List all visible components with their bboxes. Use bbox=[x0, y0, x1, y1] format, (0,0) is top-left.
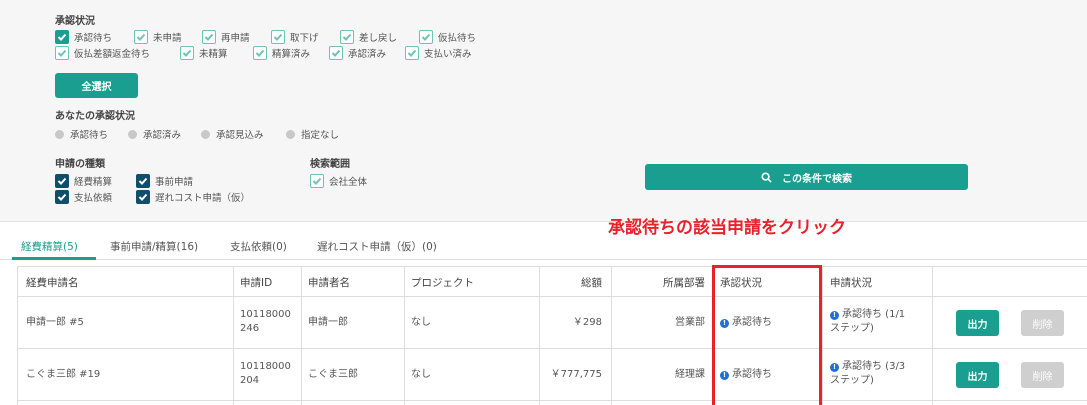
header-project: プロジェクト bbox=[411, 277, 474, 289]
checkbox-check-icon bbox=[55, 30, 69, 44]
active-tab-indicator bbox=[12, 257, 96, 260]
checkbox-check-icon bbox=[310, 174, 324, 188]
info-icon: ! bbox=[830, 311, 839, 320]
radio-approved[interactable]: 承認済み bbox=[128, 127, 181, 141]
radio-awaiting-approval[interactable]: 承認待ち bbox=[55, 127, 108, 141]
checkbox-awaiting-advance[interactable]: 仮払待ち bbox=[419, 30, 476, 44]
cell-applicant: 申請一郎 bbox=[308, 317, 348, 328]
header-applicant: 申請者名 bbox=[308, 277, 350, 289]
output-button[interactable]: 出力 bbox=[956, 310, 999, 336]
checkbox-check-icon bbox=[419, 30, 433, 44]
cell-project: なし bbox=[411, 369, 431, 380]
filter-panel: 承認状況 承認待ち 未申請 再申請 取下げ 差し戻し 仮払待ち 仮払差額返金待ち… bbox=[0, 0, 1087, 222]
table-divider bbox=[17, 400, 1087, 401]
output-button[interactable]: 出力 bbox=[956, 362, 999, 388]
highlight-box bbox=[712, 265, 822, 405]
header-application-status: 申請状況 bbox=[830, 277, 872, 289]
checkbox-withdrawn[interactable]: 取下げ bbox=[271, 30, 319, 44]
checkbox-check-icon bbox=[202, 30, 216, 44]
header-application-id: 申請ID bbox=[240, 277, 273, 289]
delete-button[interactable]: 削除 bbox=[1021, 310, 1064, 336]
checkbox-check-icon bbox=[55, 174, 69, 188]
radio-dot-icon bbox=[128, 129, 137, 139]
checkbox-not-applied[interactable]: 未申請 bbox=[134, 30, 182, 44]
header-expense-name: 経費申請名 bbox=[26, 277, 79, 289]
checkbox-check-icon bbox=[271, 30, 285, 44]
table-divider bbox=[17, 296, 1087, 297]
cell-application-id: 10118000 246 bbox=[240, 309, 291, 334]
checkbox-check-icon bbox=[405, 46, 419, 60]
checkbox-check-icon bbox=[55, 190, 69, 204]
checkbox-pre-application[interactable]: 事前申請 bbox=[136, 174, 193, 188]
checkbox-awaiting-refund[interactable]: 仮払差額返金待ち bbox=[55, 46, 150, 60]
checkbox-payment-request[interactable]: 支払依頼 bbox=[55, 190, 112, 204]
checkbox-whole-company[interactable]: 会社全体 bbox=[310, 174, 367, 188]
cell-total: ￥298 bbox=[572, 317, 602, 328]
checkbox-reapplied[interactable]: 再申請 bbox=[202, 30, 250, 44]
checkbox-check-icon bbox=[136, 190, 150, 204]
table-divider bbox=[17, 348, 1087, 349]
search-button[interactable]: この条件で検索 bbox=[645, 164, 968, 190]
delete-button[interactable]: 削除 bbox=[1021, 362, 1064, 388]
cell-total: ￥777,775 bbox=[550, 369, 602, 380]
column-divider bbox=[404, 266, 405, 405]
radio-dot-icon bbox=[55, 129, 64, 139]
column-divider bbox=[233, 266, 234, 405]
radio-dot-icon bbox=[201, 129, 210, 139]
cell-department: 営業部 bbox=[675, 317, 705, 328]
your-approval-status-label: あなたの承認状況 bbox=[55, 111, 135, 122]
checkbox-check-icon bbox=[134, 30, 148, 44]
checkbox-late-cost[interactable]: 遅れコスト申請（仮） bbox=[136, 190, 250, 204]
search-scope-label: 検索範囲 bbox=[310, 159, 350, 170]
header-total: 総額 bbox=[581, 277, 602, 289]
checkbox-check-icon bbox=[180, 46, 194, 60]
application-type-label: 申請の種類 bbox=[55, 159, 105, 170]
column-divider bbox=[301, 266, 302, 405]
tab-pre-application[interactable]: 事前申請/精算(16) bbox=[110, 239, 198, 254]
cell-application-status: ! 承認待ち (3/3 ステップ) bbox=[830, 361, 906, 386]
tab-payment-request[interactable]: 支払依頼(0) bbox=[230, 239, 287, 254]
cell-applicant: こぐま三郎 bbox=[308, 369, 358, 380]
checkbox-check-icon bbox=[55, 46, 69, 60]
tab-expense[interactable]: 経費精算(5) bbox=[21, 239, 78, 254]
column-divider bbox=[932, 266, 933, 405]
checkbox-unsettled[interactable]: 未精算 bbox=[180, 46, 228, 60]
cell-project: なし bbox=[411, 317, 431, 328]
checkbox-check-icon bbox=[340, 30, 354, 44]
header-department: 所属部署 bbox=[663, 277, 705, 289]
radio-unspecified[interactable]: 指定なし bbox=[286, 127, 339, 141]
checkbox-check-icon bbox=[253, 46, 267, 60]
checkbox-expense[interactable]: 経費精算 bbox=[55, 174, 112, 188]
cell-expense-name: 申請一郎 #5 bbox=[26, 317, 84, 328]
column-divider bbox=[822, 266, 823, 405]
info-icon: ! bbox=[830, 363, 839, 372]
radio-expected[interactable]: 承認見込み bbox=[201, 127, 264, 141]
cell-application-status: ! 承認待ち (1/1 ステップ) bbox=[830, 309, 906, 334]
radio-dot-icon bbox=[286, 129, 295, 139]
checkbox-settled[interactable]: 精算済み bbox=[253, 46, 310, 60]
approval-status-label: 承認状況 bbox=[55, 16, 95, 27]
checkbox-awaiting-approval[interactable]: 承認待ち bbox=[55, 30, 112, 44]
cell-department: 経理課 bbox=[675, 369, 705, 380]
checkbox-sent-back[interactable]: 差し戻し bbox=[340, 30, 397, 44]
cell-expense-name: こぐま三郎 #19 bbox=[26, 369, 101, 380]
cell-application-id: 10118000 204 bbox=[240, 361, 291, 386]
select-all-button[interactable]: 全選択 bbox=[55, 73, 138, 98]
tab-late-cost[interactable]: 遅れコスト申請（仮）(0) bbox=[317, 239, 437, 254]
checkbox-approved[interactable]: 承認済み bbox=[329, 46, 386, 60]
checkbox-check-icon bbox=[136, 174, 150, 188]
search-icon bbox=[761, 171, 772, 183]
checkbox-paid[interactable]: 支払い済み bbox=[405, 46, 472, 60]
checkbox-check-icon bbox=[329, 46, 343, 60]
